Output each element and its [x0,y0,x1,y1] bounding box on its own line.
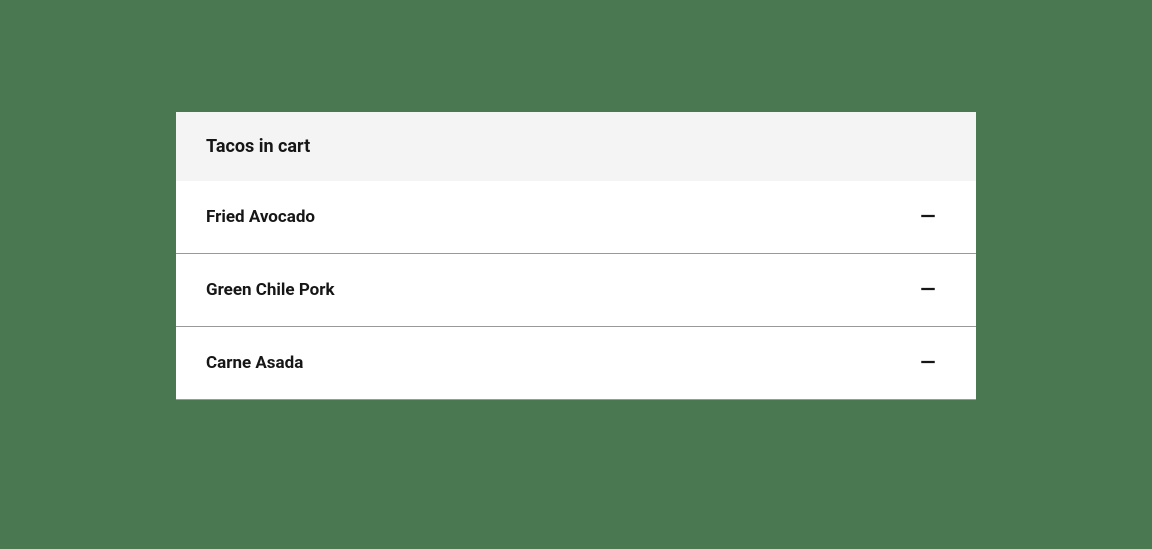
cart-item-label: Carne Asada [206,353,303,373]
cart-body: Fried Avocado Green Chile Pork Carne Asa… [176,181,976,400]
remove-item-button[interactable] [910,199,946,235]
cart-item-label: Green Chile Pork [206,280,335,300]
minus-icon [919,353,937,374]
cart-item: Fried Avocado [176,181,976,254]
cart-panel: Tacos in cart Fried Avocado Green Chile … [176,112,976,400]
cart-title: Tacos in cart [176,112,976,181]
remove-item-button[interactable] [910,345,946,381]
cart-item-label: Fried Avocado [206,207,315,227]
remove-item-button[interactable] [910,272,946,308]
minus-icon [919,280,937,301]
cart-item: Carne Asada [176,327,976,400]
minus-icon [919,207,937,228]
cart-item: Green Chile Pork [176,254,976,327]
